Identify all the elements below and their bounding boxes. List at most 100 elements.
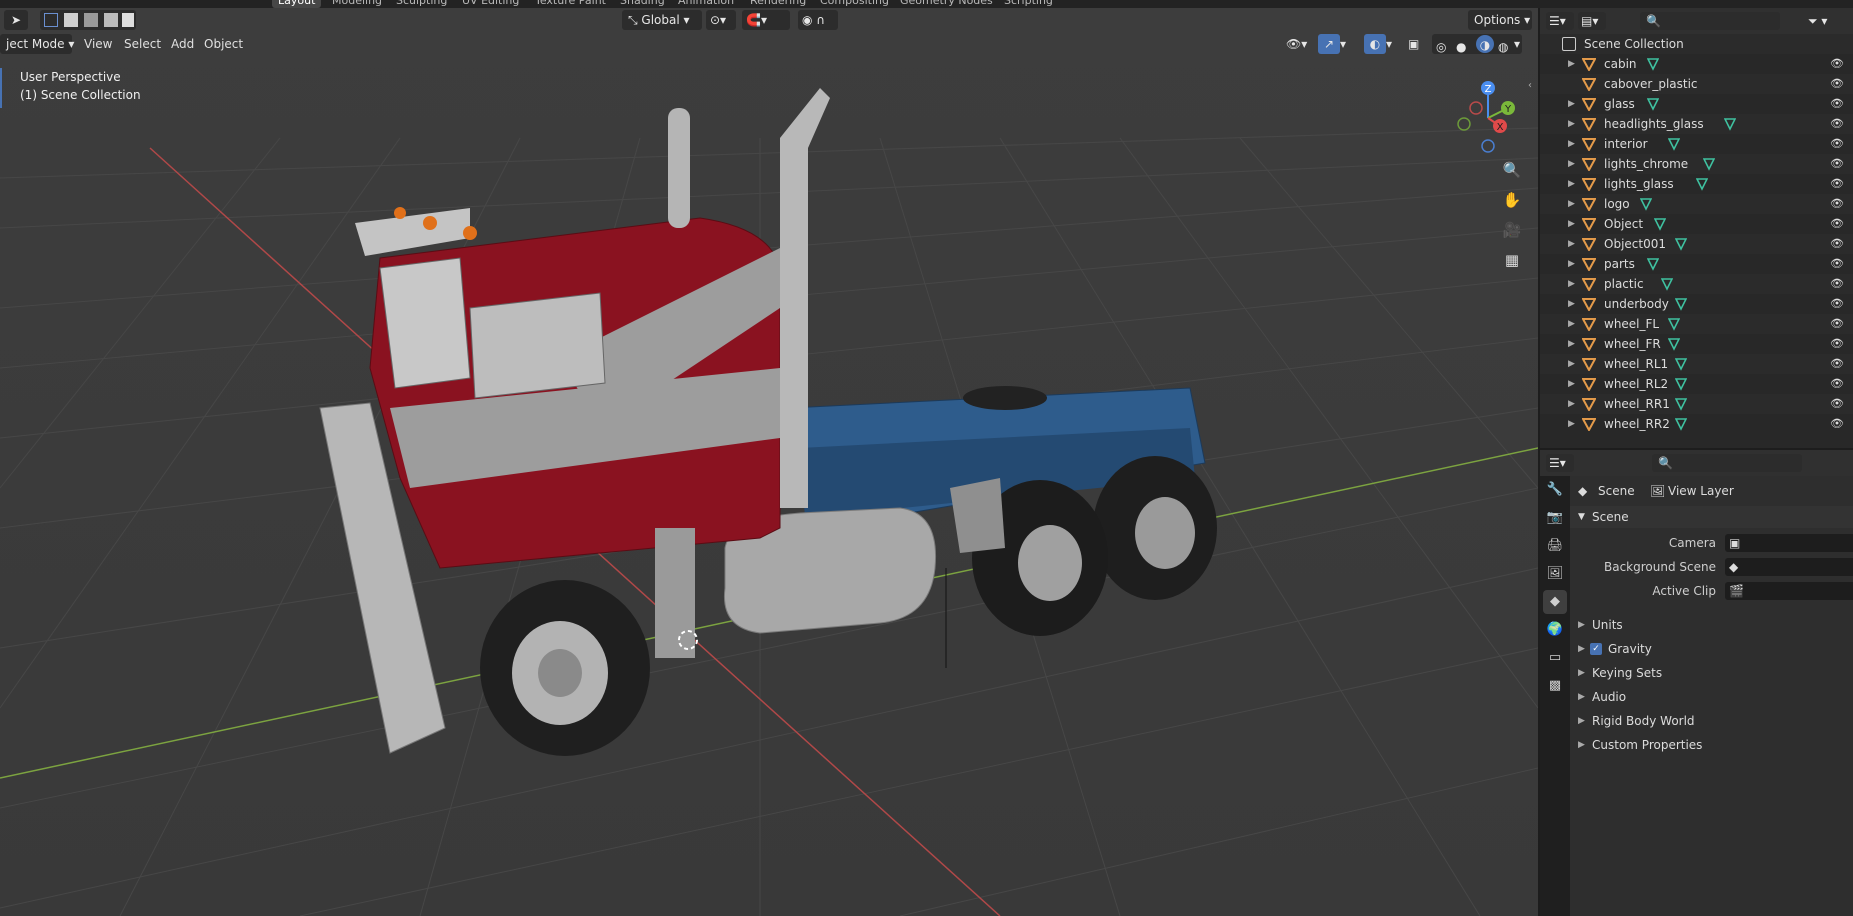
expand-arrow-icon[interactable]: ▶ bbox=[1568, 194, 1575, 214]
tab-geometry-nodes[interactable]: Geometry Nodes bbox=[900, 0, 993, 8]
tab-animation[interactable]: Animation bbox=[678, 0, 734, 8]
outliner-item[interactable]: ▶ wheel_FR 👁 bbox=[1540, 334, 1853, 354]
overlays-dropdown-icon[interactable]: ▾ bbox=[1386, 34, 1400, 54]
wireframe-shading-icon[interactable]: ◎ bbox=[1436, 37, 1446, 57]
tab-rendering[interactable]: Rendering bbox=[750, 0, 806, 8]
mesh-data-icon[interactable] bbox=[1640, 197, 1652, 211]
menu-select[interactable]: Select bbox=[124, 34, 161, 54]
visibility-eye-icon[interactable]: 👁 bbox=[1830, 374, 1844, 394]
visibility-eye-icon[interactable]: 👁 bbox=[1830, 414, 1844, 434]
select-tool-icon[interactable]: ➤ bbox=[4, 10, 28, 30]
outliner-item[interactable]: ▶ glass 👁 bbox=[1540, 94, 1853, 114]
tab-texture-paint[interactable]: Texture Paint bbox=[535, 0, 606, 8]
toolbar-edge[interactable] bbox=[0, 68, 2, 108]
tab-compositing[interactable]: Compositing bbox=[820, 0, 889, 8]
select-new-icon[interactable] bbox=[44, 13, 58, 27]
expand-arrow-icon[interactable]: ▶ bbox=[1568, 254, 1575, 274]
outliner-item[interactable]: ▶ wheel_RL1 👁 bbox=[1540, 354, 1853, 374]
expand-arrow-icon[interactable]: ▶ bbox=[1568, 134, 1575, 154]
filter-icon[interactable]: ⏷ ▾ bbox=[1808, 12, 1848, 30]
outliner-item[interactable]: ▶ underbody 👁 bbox=[1540, 294, 1853, 314]
outliner-item[interactable]: ▶ logo 👁 bbox=[1540, 194, 1853, 214]
mesh-data-icon[interactable] bbox=[1675, 237, 1687, 251]
mesh-data-icon[interactable] bbox=[1647, 97, 1659, 111]
expand-arrow-icon[interactable]: ▶ bbox=[1568, 114, 1575, 134]
properties-editor-type-icon[interactable]: ☰▾ bbox=[1546, 454, 1574, 472]
outliner-search-input[interactable]: 🔍 bbox=[1640, 12, 1780, 30]
tab-shading[interactable]: Shading bbox=[620, 0, 665, 8]
outliner-item[interactable]: ▶ headlights_glass 👁 bbox=[1540, 114, 1853, 134]
expand-arrow-icon[interactable]: ▶ bbox=[1568, 214, 1575, 234]
options-dropdown[interactable]: Options ▾ bbox=[1468, 10, 1532, 30]
display-mode-icon[interactable]: ▤▾ bbox=[1578, 12, 1606, 30]
expand-arrow-icon[interactable]: ▶ bbox=[1568, 154, 1575, 174]
mesh-data-icon[interactable] bbox=[1661, 277, 1673, 291]
visibility-eye-icon[interactable]: 👁 bbox=[1830, 354, 1844, 374]
shading-dropdown-icon[interactable]: ▾ bbox=[1514, 34, 1532, 54]
view-layer-tab-icon[interactable]: 🖼 bbox=[1543, 562, 1567, 586]
mesh-data-icon[interactable] bbox=[1647, 57, 1659, 71]
expand-arrow-icon[interactable]: ▶ bbox=[1568, 94, 1575, 114]
properties-subpanel[interactable]: ▶ Keying Sets bbox=[1570, 662, 1853, 684]
select-invert-icon[interactable] bbox=[104, 13, 118, 27]
visibility-eye-icon[interactable]: 👁 bbox=[1830, 194, 1844, 214]
proportional-edit-icon[interactable]: ◉ ∩ bbox=[798, 10, 838, 30]
gizmo-neg-z-icon[interactable] bbox=[1481, 139, 1495, 153]
scene-collection-row[interactable]: Scene Collection bbox=[1540, 34, 1853, 54]
mesh-data-icon[interactable] bbox=[1703, 157, 1715, 171]
3d-viewport[interactable]: ➤ ⤡ Global ▾ ⊙▾ 🧲▾ ◉ ∩ Options ▾ ject Mo… bbox=[0, 8, 1538, 916]
outliner-item[interactable]: ▶ parts 👁 bbox=[1540, 254, 1853, 274]
rendered-shading-icon[interactable]: ◍ bbox=[1498, 37, 1508, 57]
visibility-eye-icon[interactable]: 👁 bbox=[1830, 394, 1844, 414]
tab-sculpting[interactable]: Sculpting bbox=[396, 0, 447, 8]
perspective-grid-icon[interactable]: ▦ bbox=[1500, 248, 1524, 272]
properties-subpanel[interactable]: ▶ Units bbox=[1570, 614, 1853, 636]
menu-view[interactable]: View bbox=[84, 34, 112, 54]
pivot-point-icon[interactable]: ⊙▾ bbox=[706, 10, 736, 30]
visibility-icon[interactable]: 👁▾ bbox=[1284, 34, 1314, 54]
visibility-eye-icon[interactable]: 👁 bbox=[1830, 94, 1844, 114]
mode-dropdown[interactable]: ject Mode ▾ bbox=[0, 34, 74, 54]
gizmo-toggle-icon[interactable]: ↗ bbox=[1318, 34, 1340, 54]
tab-scripting[interactable]: Scripting bbox=[1004, 0, 1053, 8]
material-shading-icon[interactable]: ◑ bbox=[1476, 35, 1494, 53]
mesh-data-icon[interactable] bbox=[1675, 417, 1687, 431]
visibility-eye-icon[interactable]: 👁 bbox=[1830, 294, 1844, 314]
visibility-eye-icon[interactable]: 👁 bbox=[1830, 154, 1844, 174]
output-tab-icon[interactable]: 🖨 bbox=[1543, 534, 1567, 558]
expand-arrow-icon[interactable]: ▶ bbox=[1568, 394, 1575, 414]
properties-subpanel[interactable]: ▶ ✓ Gravity bbox=[1570, 638, 1853, 660]
visibility-eye-icon[interactable]: 👁 bbox=[1830, 174, 1844, 194]
outliner-item[interactable]: ▶ plactic 👁 bbox=[1540, 274, 1853, 294]
visibility-eye-icon[interactable]: 👁 bbox=[1830, 234, 1844, 254]
select-extend-icon[interactable] bbox=[64, 13, 78, 27]
expand-arrow-icon[interactable]: ▶ bbox=[1568, 274, 1575, 294]
visibility-eye-icon[interactable]: 👁 bbox=[1830, 114, 1844, 134]
outliner-item[interactable]: ▶ wheel_RR2 👁 bbox=[1540, 414, 1853, 434]
outliner-item[interactable]: ▶ wheel_RR1 👁 bbox=[1540, 394, 1853, 414]
camera-view-icon[interactable]: 🎥 bbox=[1500, 218, 1524, 242]
gizmo-neg-y-icon[interactable] bbox=[1457, 117, 1471, 131]
mesh-data-icon[interactable] bbox=[1654, 217, 1666, 231]
mesh-data-icon[interactable] bbox=[1675, 397, 1687, 411]
mesh-data-icon[interactable] bbox=[1668, 317, 1680, 331]
zoom-icon[interactable]: 🔍 bbox=[1500, 158, 1524, 182]
gizmo-neg-x-icon[interactable] bbox=[1469, 101, 1483, 115]
tab-uv-editing[interactable]: UV Editing bbox=[462, 0, 519, 8]
properties-subpanel[interactable]: ▶ Audio bbox=[1570, 686, 1853, 708]
visibility-eye-icon[interactable]: 👁 bbox=[1830, 134, 1844, 154]
outliner-item[interactable]: ▶ wheel_FL 👁 bbox=[1540, 314, 1853, 334]
selection-mode-buttons[interactable] bbox=[40, 10, 136, 30]
expand-arrow-icon[interactable]: ▶ bbox=[1568, 414, 1575, 434]
xray-toggle-icon[interactable]: ▣ bbox=[1408, 34, 1428, 54]
outliner-item[interactable]: ▶ Object 👁 bbox=[1540, 214, 1853, 234]
outliner-item[interactable]: cabover_plastic 👁 bbox=[1540, 74, 1853, 94]
camera-field[interactable]: ▣ bbox=[1725, 534, 1853, 552]
expand-arrow-icon[interactable]: ▶ bbox=[1568, 314, 1575, 334]
tab-modeling[interactable]: Modeling bbox=[332, 0, 382, 8]
active-clip-field[interactable]: 🎬 bbox=[1725, 582, 1853, 600]
transform-orientation-dropdown[interactable]: ⤡ Global ▾ bbox=[622, 10, 702, 30]
expand-arrow-icon[interactable]: ▶ bbox=[1568, 174, 1575, 194]
properties-subpanel[interactable]: ▶ Rigid Body World bbox=[1570, 710, 1853, 732]
outliner-item[interactable]: ▶ lights_glass 👁 bbox=[1540, 174, 1853, 194]
